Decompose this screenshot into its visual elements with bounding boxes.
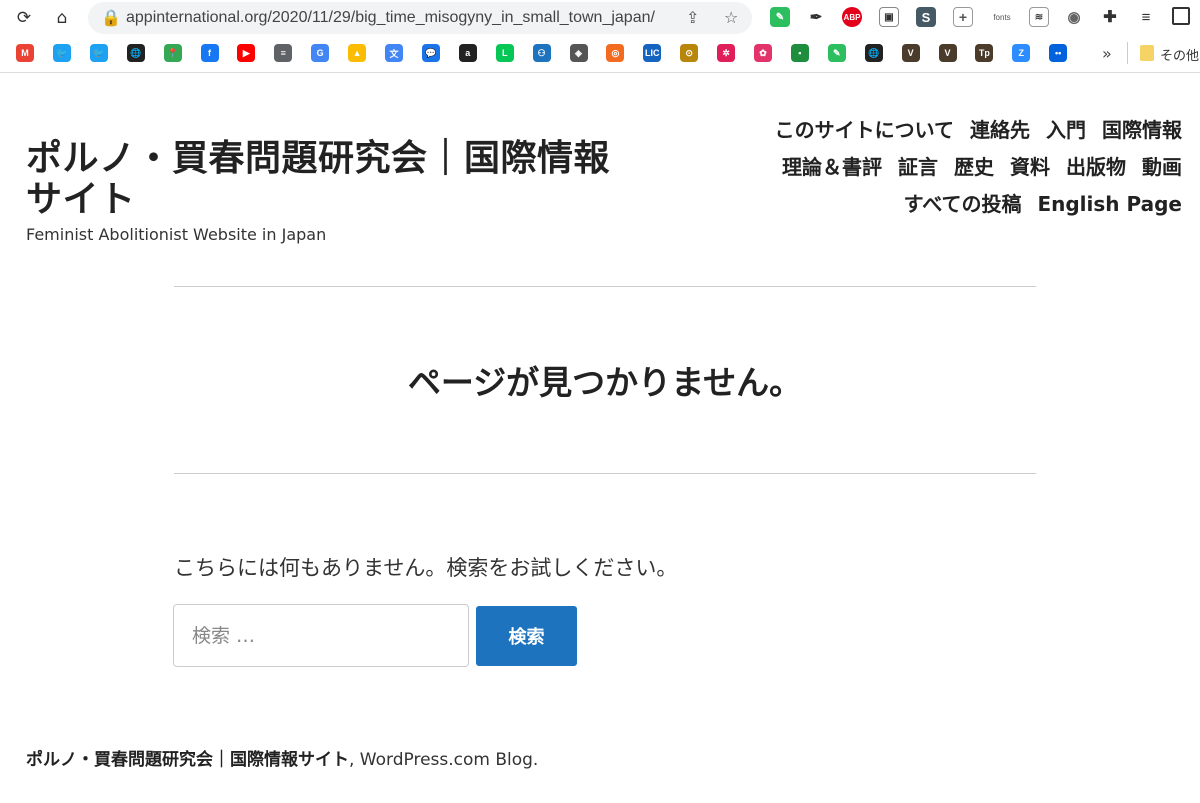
not-found-message: こちらには何もありません。検索をお試しください。 bbox=[174, 556, 678, 580]
menu-item-intro[interactable]: 入門 bbox=[1046, 118, 1086, 142]
flickr-icon[interactable]: •• bbox=[1049, 44, 1068, 62]
bookmarks-bar: M 🐦 🐦 🌐 📍 f ▶ ≡ G ▲ 文 💬 a L ⚇ ◈ ◎ LIC ⊙ ✲ ✿ ▪ ✎ 🌐 V V Tp Z •• » その他 bbox=[0, 36, 1200, 73]
bookmark-star-icon[interactable]: ☆ bbox=[724, 8, 738, 27]
menu-item-publications[interactable]: 出版物 bbox=[1066, 155, 1126, 179]
share-icon[interactable]: ⇪ bbox=[686, 8, 699, 27]
tp-icon[interactable]: Tp bbox=[975, 44, 994, 62]
chat-icon[interactable]: 💬 bbox=[421, 44, 440, 62]
gmail-icon[interactable]: M bbox=[16, 44, 34, 62]
extensions-puzzle-icon[interactable]: ✚ bbox=[1100, 7, 1120, 27]
amazon-icon[interactable]: a bbox=[458, 44, 477, 62]
other-bookmarks-label[interactable]: その他 bbox=[1160, 45, 1199, 64]
z-icon[interactable]: Z bbox=[1012, 44, 1031, 62]
menu-item-international[interactable]: 国際情報 bbox=[1102, 118, 1182, 142]
evernote-extension-icon[interactable]: ✎ bbox=[770, 7, 790, 27]
menu-item-videos[interactable]: 動画 bbox=[1142, 155, 1182, 179]
twitter-icon[interactable]: 🐦 bbox=[89, 44, 108, 62]
menu-item-testimony[interactable]: 証言 bbox=[898, 155, 938, 179]
search-input[interactable] bbox=[173, 604, 469, 667]
site-footer: ポルノ・買春問題研究会｜国際情報サイト, WordPress.com Blog. bbox=[26, 745, 538, 770]
drive-icon[interactable]: ▲ bbox=[348, 44, 367, 62]
chat-green-icon[interactable]: ▪ bbox=[790, 44, 809, 62]
menu-item-materials[interactable]: 資料 bbox=[1010, 155, 1050, 179]
camera-extension-icon[interactable]: ◉ bbox=[1064, 7, 1084, 27]
globe-icon[interactable]: 🌐 bbox=[126, 44, 145, 62]
bookmarks-divider bbox=[1127, 42, 1128, 64]
main-menu: このサイトについて 連絡先 入門 国際情報 理論＆書評 証言 歴史 資料 出版物 動画 すべての… bbox=[662, 112, 1182, 223]
flower-icon[interactable]: ✿ bbox=[754, 44, 772, 62]
youtube-icon[interactable]: ▶ bbox=[237, 44, 256, 62]
maps-pin-icon[interactable]: 📍 bbox=[163, 44, 182, 62]
more-bookmarks-icon[interactable]: » bbox=[1102, 44, 1112, 63]
plus-extension-icon[interactable]: + bbox=[953, 7, 973, 27]
v-icon[interactable]: V bbox=[901, 44, 920, 62]
image-extension-icon[interactable]: ▣ bbox=[879, 7, 899, 27]
google-icon[interactable]: G bbox=[311, 44, 330, 62]
twitter-icon[interactable]: 🐦 bbox=[52, 44, 71, 62]
translate-icon[interactable]: 文 bbox=[385, 44, 403, 62]
news-icon[interactable]: ≡ bbox=[274, 44, 293, 62]
search-button[interactable]: 検索 bbox=[476, 606, 577, 666]
side-panel-icon[interactable] bbox=[1172, 7, 1190, 25]
globe-icon[interactable]: 🌐 bbox=[864, 44, 883, 62]
divider-top bbox=[174, 286, 1036, 287]
coin-icon[interactable]: ⊙ bbox=[680, 44, 699, 62]
reload-icon[interactable]: ⟳ bbox=[12, 6, 36, 30]
evernote-icon[interactable]: ✎ bbox=[827, 44, 846, 62]
line-icon[interactable]: L bbox=[495, 44, 514, 62]
document-extension-icon[interactable]: ≋ bbox=[1029, 7, 1049, 27]
eyedropper-extension-icon[interactable]: ✒ bbox=[806, 7, 826, 27]
url-text[interactable]: appinternational.org/2020/11/29/big_time… bbox=[126, 9, 655, 27]
menu-item-about[interactable]: このサイトについて bbox=[775, 118, 954, 142]
address-bar[interactable]: 🔒 appinternational.org/2020/11/29/big_ti… bbox=[88, 2, 752, 34]
menu-item-all-posts[interactable]: すべての投稿 bbox=[904, 192, 1022, 216]
v-icon[interactable]: V bbox=[938, 44, 957, 62]
s-extension-icon[interactable]: S bbox=[916, 7, 936, 27]
stack-icon[interactable]: ◈ bbox=[569, 44, 588, 62]
menu-item-theory-reviews[interactable]: 理論＆書評 bbox=[782, 155, 882, 179]
browser-toolbar: ⟳ ⌂ 🔒 appinternational.org/2020/11/29/bi… bbox=[0, 0, 1200, 36]
footer-site-link[interactable]: ポルノ・買春問題研究会｜国際情報サイト bbox=[26, 750, 349, 770]
s-extension-label: S bbox=[921, 9, 931, 25]
lock-icon[interactable]: 🔒 bbox=[101, 8, 121, 27]
site-tagline: Feminist Abolitionist Website in Japan bbox=[26, 225, 327, 244]
people-icon[interactable]: ⚇ bbox=[532, 44, 551, 62]
media-playlist-icon[interactable]: ≡ bbox=[1136, 7, 1156, 27]
home-icon[interactable]: ⌂ bbox=[50, 6, 74, 30]
abp-label: ABP bbox=[843, 12, 861, 22]
facebook-icon[interactable]: f bbox=[200, 44, 219, 62]
divider-bottom bbox=[174, 473, 1036, 474]
fonts-extension-label: fonts bbox=[993, 12, 1011, 22]
site-title[interactable]: ポルノ・買春問題研究会｜国際情報サイト bbox=[26, 138, 626, 220]
adblock-plus-icon[interactable]: ABP bbox=[842, 7, 862, 27]
footer-suffix: , WordPress.com Blog. bbox=[349, 750, 539, 770]
folder-icon[interactable] bbox=[1140, 45, 1154, 61]
fonts-extension-icon[interactable]: fonts bbox=[988, 7, 1016, 27]
swirl-icon[interactable]: ◎ bbox=[606, 44, 625, 62]
menu-item-history[interactable]: 歴史 bbox=[954, 155, 994, 179]
slack-icon[interactable]: ✲ bbox=[717, 44, 736, 62]
page-title: ページが見つかりません。 bbox=[407, 363, 803, 402]
lic-icon[interactable]: LIC bbox=[643, 44, 662, 62]
menu-item-contact[interactable]: 連絡先 bbox=[970, 118, 1030, 142]
menu-item-english[interactable]: English Page bbox=[1037, 192, 1182, 216]
